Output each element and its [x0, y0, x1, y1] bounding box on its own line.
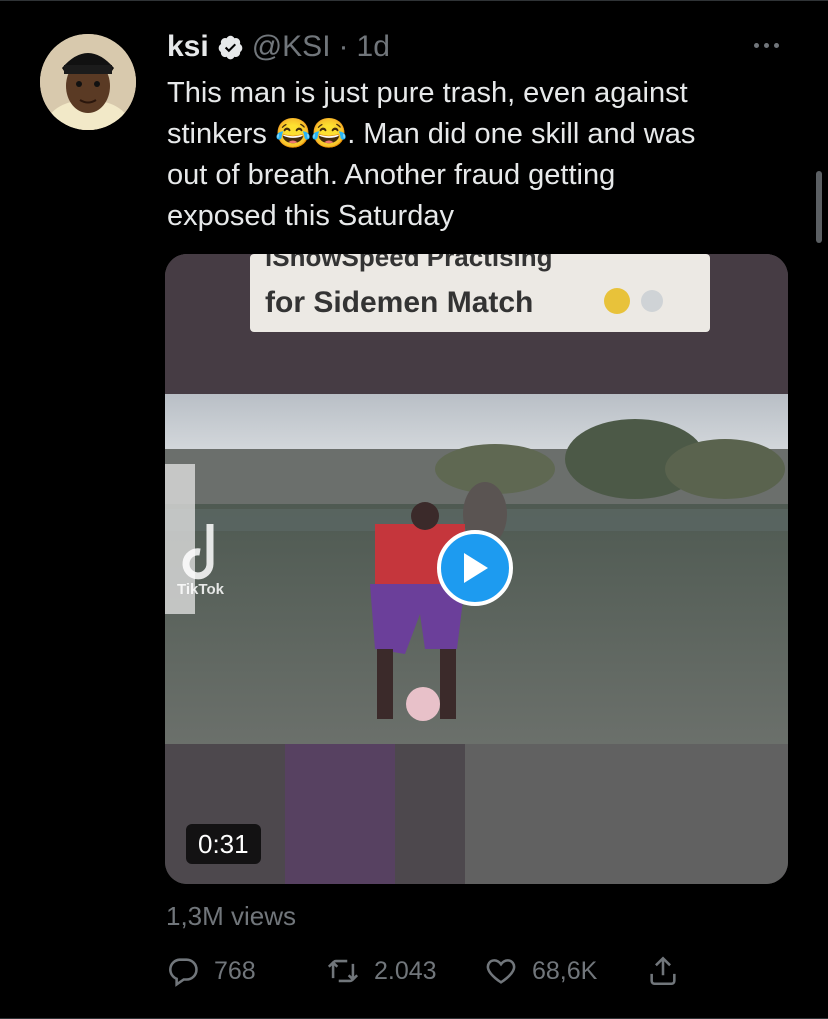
- retweet-button[interactable]: 2.043: [326, 951, 437, 991]
- action-bar: 768 2.043 68,6K: [166, 951, 686, 991]
- heart-icon: [486, 959, 516, 984]
- play-button[interactable]: [437, 530, 513, 606]
- reply-count: 768: [214, 956, 256, 985]
- avatar[interactable]: [40, 34, 136, 130]
- avatar-image: [40, 34, 136, 130]
- tweet-header: ksi @KSI · 1d: [167, 29, 390, 65]
- reply-button[interactable]: 768: [166, 951, 256, 991]
- like-button[interactable]: 68,6K: [484, 951, 597, 991]
- video-caption: for Sidemen Match: [265, 286, 533, 319]
- video-player[interactable]: iShowSpeed Practising for Sidemen Match …: [165, 254, 788, 884]
- play-icon: [464, 553, 488, 583]
- tweet-text: This man is just pure trash, even agains…: [167, 77, 696, 232]
- share-icon: [650, 956, 676, 986]
- video-duration: 0:31: [186, 824, 261, 864]
- share-button[interactable]: [646, 951, 680, 991]
- reply-icon: [169, 958, 198, 987]
- tweet[interactable]: ksi @KSI · 1d This man is just pure tras…: [0, 0, 828, 1019]
- handle[interactable]: @KSI: [252, 29, 331, 65]
- view-count[interactable]: 1,3M views: [166, 901, 296, 932]
- tiktok-watermark: TikTok: [177, 581, 225, 598]
- like-count: 68,6K: [532, 956, 598, 985]
- video-caption-top: iShowSpeed Practising: [265, 254, 553, 272]
- retweet-count: 2.043: [374, 956, 437, 985]
- separator-dot: ·: [338, 30, 349, 63]
- display-name[interactable]: ksi: [167, 29, 209, 65]
- scrollbar[interactable]: [816, 171, 822, 243]
- verified-badge-icon: [218, 35, 243, 59]
- timestamp[interactable]: 1d: [357, 29, 390, 65]
- more-options-icon[interactable]: [748, 35, 784, 55]
- retweet-icon: [327, 959, 359, 983]
